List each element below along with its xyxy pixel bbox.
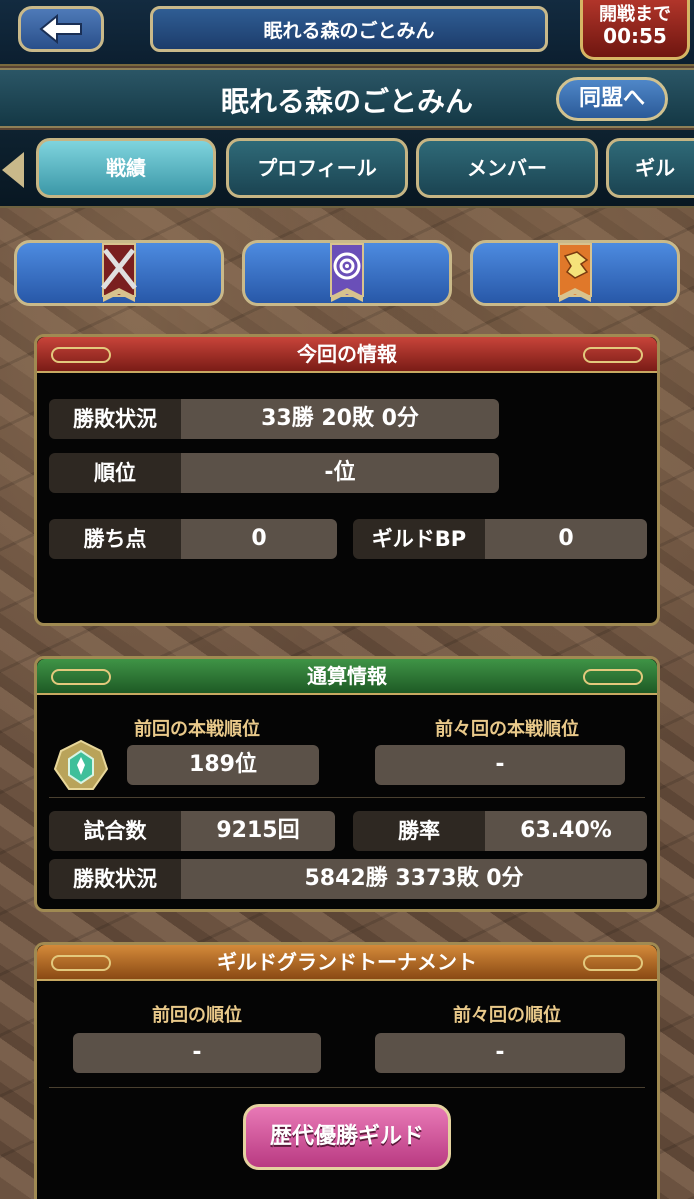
winrate-label: 勝率: [353, 811, 485, 851]
ornament-right-icon: [583, 955, 643, 971]
total-record-value: 5842勝 3373敗 0分: [181, 859, 647, 899]
prev-prev-rank-value: -: [375, 745, 625, 785]
points-value: 0: [181, 519, 337, 559]
tab-scroll-left-icon[interactable]: [2, 152, 24, 188]
battle-timer: 開戦まで 00:55: [580, 0, 690, 60]
tab-record[interactable]: 戦績: [36, 138, 216, 198]
matches-value: 9215回: [181, 811, 335, 851]
swirl-banner-icon: [330, 243, 364, 302]
tournament-prev-rank-value: -: [73, 1033, 321, 1073]
total-info-panel: 通算情報 前回の本戦順位 前々回の本戦順位 189位 - 試合数 9215回 勝…: [34, 656, 660, 912]
prev-rank-value: 189位: [127, 745, 319, 785]
guild-bp-label: ギルドBP: [353, 519, 485, 559]
current-info-title: 今回の情報: [297, 342, 397, 366]
current-info-header: 今回の情報: [37, 337, 657, 373]
guild-bp-value: 0: [485, 519, 647, 559]
tournament-header: ギルドグランドトーナメント: [37, 945, 657, 981]
rank-value: -位: [181, 453, 499, 493]
timer-label: 開戦まで: [599, 4, 671, 25]
crossed-swords-icon: [101, 243, 137, 302]
total-info-title: 通算情報: [307, 664, 387, 688]
tab-row: 戦績 プロフィール メンバー ギル: [0, 130, 694, 208]
total-record-label: 勝敗状況: [49, 859, 181, 899]
ornament-right-icon: [583, 669, 643, 685]
dragon-banner-icon: [558, 243, 592, 302]
divider: [49, 797, 645, 798]
ornament-left-icon: [51, 347, 111, 363]
tournament-prev-rank-label: 前回の順位: [152, 1005, 242, 1026]
ornament-left-icon: [51, 669, 111, 685]
rank-emblem-icon: [53, 739, 109, 790]
divider: [49, 1087, 645, 1088]
guild-banner: 眠れる森のごとみん 同盟へ: [0, 68, 694, 128]
header-title: 眠れる森のごとみん: [150, 6, 548, 52]
tab-profile[interactable]: プロフィール: [226, 138, 408, 198]
tab-guild[interactable]: ギル: [606, 138, 694, 198]
back-arrow-icon: [39, 14, 82, 44]
category-button-dragon[interactable]: [470, 240, 680, 306]
points-label: 勝ち点: [49, 519, 181, 559]
winrate-value: 63.40%: [485, 811, 647, 851]
rank-label: 順位: [49, 453, 181, 493]
ornament-left-icon: [51, 955, 111, 971]
back-button[interactable]: [18, 6, 104, 52]
category-button-swirl[interactable]: [242, 240, 452, 306]
tournament-prev-prev-rank-label: 前々回の順位: [453, 1005, 561, 1026]
record-value: 33勝 20敗 0分: [181, 399, 499, 439]
past-champions-button[interactable]: 歴代優勝ギルド: [243, 1104, 451, 1170]
top-bar: 眠れる森のごとみん 開戦まで 00:55: [0, 0, 694, 66]
category-button-battle[interactable]: [14, 240, 224, 306]
ornament-right-icon: [583, 347, 643, 363]
prev-rank-label: 前回の本戦順位: [134, 719, 260, 740]
timer-value: 00:55: [603, 23, 667, 48]
total-info-header: 通算情報: [37, 659, 657, 695]
prev-prev-rank-label: 前々回の本戦順位: [435, 719, 579, 740]
current-info-panel: 今回の情報 勝敗状況 33勝 20敗 0分 順位 -位 勝ち点 0 ギルドBP …: [34, 334, 660, 626]
tournament-title: ギルドグランドトーナメント: [217, 950, 477, 974]
tab-members[interactable]: メンバー: [416, 138, 598, 198]
matches-label: 試合数: [49, 811, 181, 851]
record-label: 勝敗状況: [49, 399, 181, 439]
ally-button[interactable]: 同盟へ: [556, 77, 668, 121]
tournament-prev-prev-rank-value: -: [375, 1033, 625, 1073]
